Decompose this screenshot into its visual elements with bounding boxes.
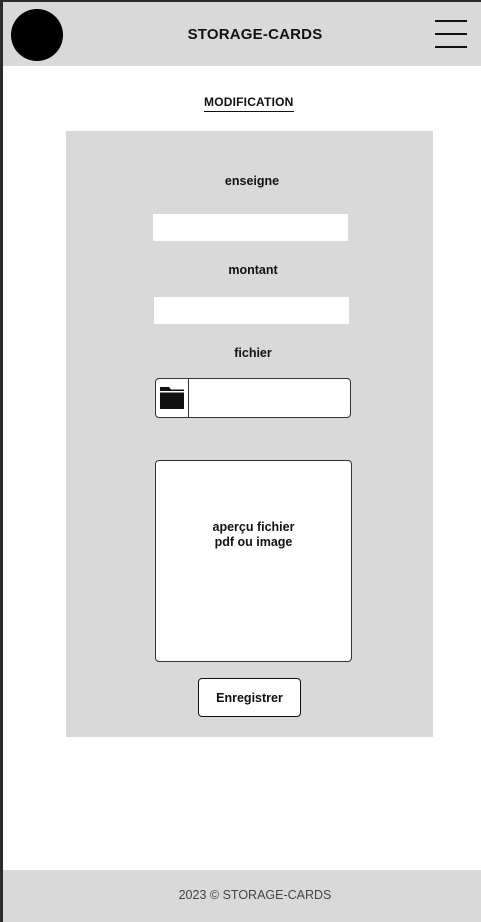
file-browse-button[interactable] bbox=[156, 379, 189, 417]
page-title: MODIFICATION bbox=[204, 95, 294, 112]
file-input[interactable] bbox=[155, 378, 351, 418]
copyright-text: 2023 © STORAGE-CARDS bbox=[178, 888, 332, 902]
preview-line: aperçu fichier bbox=[212, 520, 295, 534]
menu-line bbox=[435, 46, 467, 48]
folder-icon bbox=[160, 387, 184, 409]
file-preview: aperçu fichier pdf ou image bbox=[155, 460, 352, 662]
preview-line: pdf ou image bbox=[214, 535, 293, 549]
fichier-label: fichier bbox=[234, 346, 272, 360]
app-title: STORAGE-CARDS bbox=[187, 26, 323, 43]
menu-line bbox=[435, 33, 467, 35]
edit-form-panel: enseigne montant fichier aperçu fichier … bbox=[66, 131, 433, 737]
montant-label: montant bbox=[228, 263, 278, 277]
enseigne-label: enseigne bbox=[224, 174, 280, 188]
window-frame-left bbox=[0, 0, 3, 922]
preview-placeholder: aperçu fichier pdf ou image bbox=[156, 520, 351, 550]
hamburger-menu-icon[interactable] bbox=[435, 18, 469, 50]
montant-input[interactable] bbox=[154, 297, 349, 324]
footer: 2023 © STORAGE-CARDS bbox=[3, 870, 481, 922]
enseigne-input[interactable] bbox=[153, 214, 348, 241]
app-header: STORAGE-CARDS bbox=[3, 2, 481, 66]
save-button[interactable]: Enregistrer bbox=[198, 678, 301, 717]
menu-line bbox=[435, 20, 467, 22]
